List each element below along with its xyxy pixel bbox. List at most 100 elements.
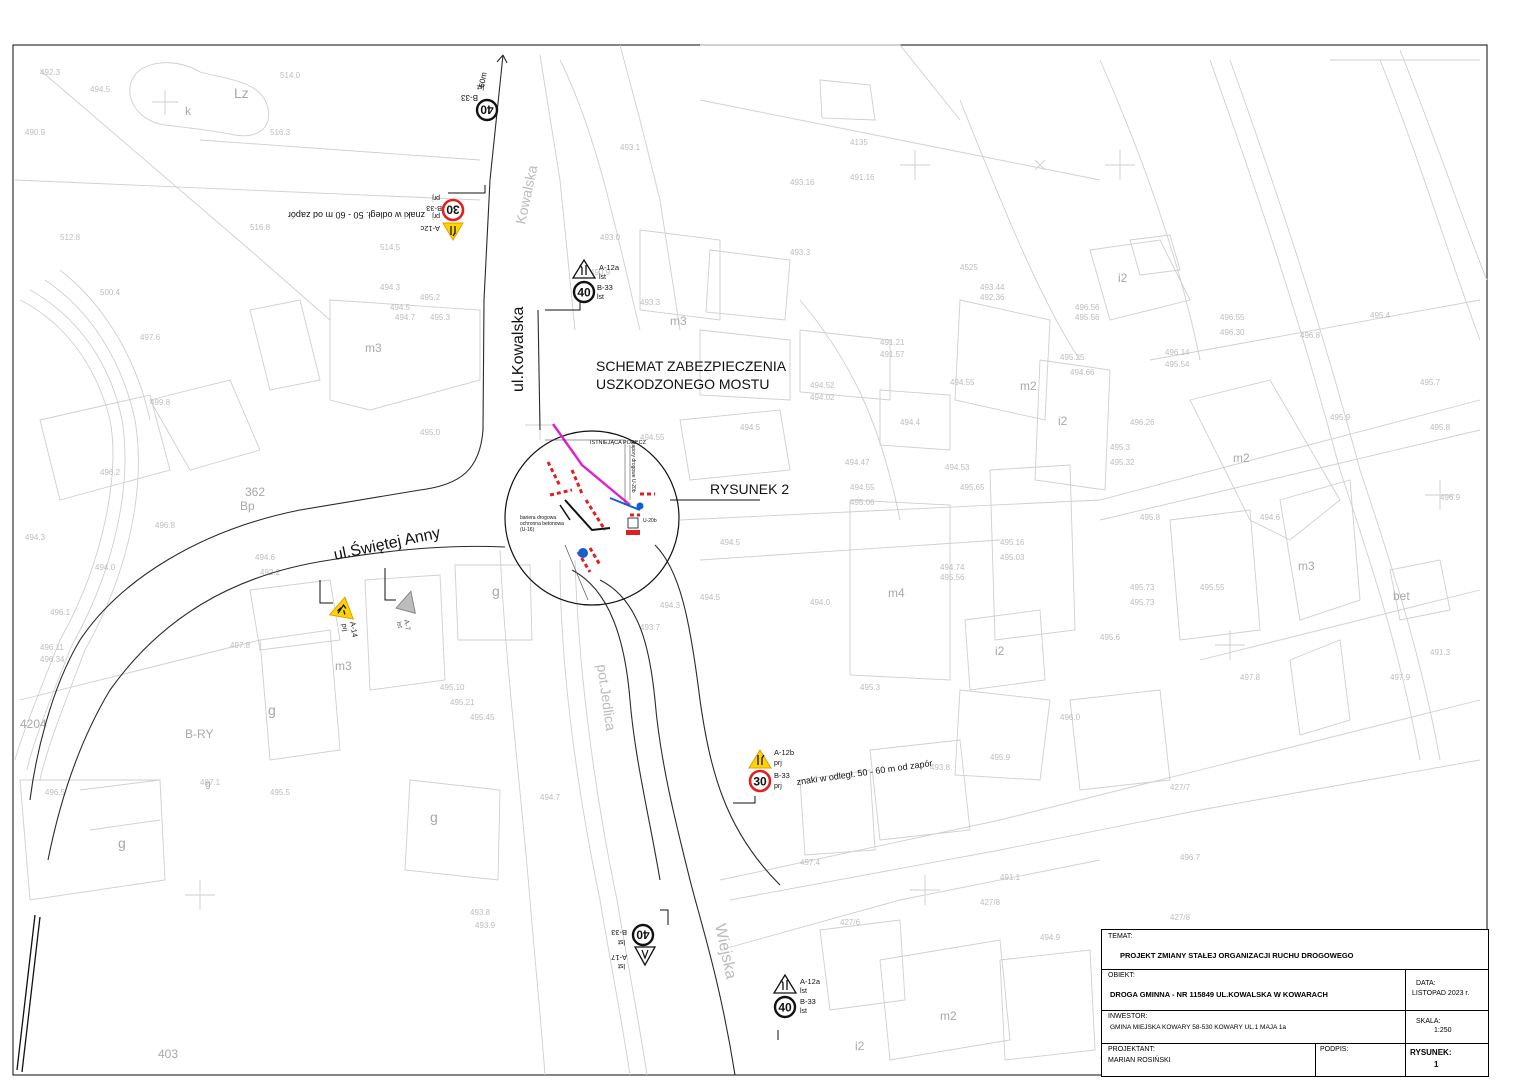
svg-text:496.7: 496.7 (1180, 853, 1201, 862)
map-label: m2 (1233, 451, 1250, 465)
map-label: g (430, 809, 438, 825)
projektant-label: PROJEKTANT: (1108, 1046, 1155, 1053)
svg-text:495.16: 495.16 (1000, 538, 1025, 547)
svg-text:499.8: 499.8 (150, 398, 171, 407)
svg-text:494.52: 494.52 (810, 381, 835, 390)
detail-reference: RYSUNEK 2 (710, 481, 789, 497)
svg-text:493.8: 493.8 (930, 763, 951, 772)
map-label: Bp (240, 499, 255, 513)
svg-text:40: 40 (577, 286, 591, 300)
svg-text:lst: lst (800, 1008, 807, 1015)
svg-text:prj: prj (774, 760, 782, 767)
svg-text:514.0: 514.0 (280, 71, 301, 80)
svg-text:lst: lst (618, 938, 625, 945)
svg-text:prj: prj (432, 212, 440, 219)
svg-text:496.8: 496.8 (1300, 331, 1321, 340)
svg-text:lst: lst (597, 294, 604, 301)
svg-text:495.3: 495.3 (430, 313, 451, 322)
temat-value: PROJEKT ZMIANY STAŁEJ ORGANIZACJI RUCHU … (1120, 951, 1354, 960)
rysunek-value: 1 (1434, 1060, 1439, 1069)
inwestor-value: GMINA MIEJSKA KOWARY 58-530 KOWARY UL.1 … (1110, 1024, 1287, 1031)
drawing-sheet: 492.3 494.5 514.0 490.9 512.8 500.4 516.3 516… (0, 0, 1529, 1080)
svg-text:494.7: 494.7 (395, 313, 416, 322)
road-narrows-icon (748, 749, 772, 769)
svg-text:495.32: 495.32 (1110, 458, 1135, 467)
svg-text:494.5: 494.5 (720, 538, 741, 547)
info-sign-icon (578, 548, 588, 558)
svg-text:495.9: 495.9 (990, 753, 1011, 762)
speed-value: 40 (480, 103, 494, 117)
svg-text:493.3: 493.3 (790, 248, 811, 257)
svg-text:491.57: 491.57 (880, 350, 905, 359)
sign-bottom-center-warning (633, 946, 657, 967)
svg-text:496.14: 496.14 (1165, 348, 1190, 357)
svg-text:493.3: 493.3 (640, 298, 661, 307)
svg-text:495.54: 495.54 (1165, 360, 1190, 369)
map-label: g (268, 702, 276, 718)
svg-text:494.55: 494.55 (950, 378, 975, 387)
sheet-border (12, 44, 1488, 1076)
svg-text:495.45: 495.45 (470, 713, 495, 722)
sign-lower-right-note: znaki w odległ. 50 - 60 m od zapór (796, 758, 933, 787)
svg-text:493.0: 493.0 (600, 233, 621, 242)
svg-text:512.8: 512.8 (60, 233, 81, 242)
map-label: g (118, 835, 126, 851)
road-narrows-icon (442, 222, 464, 241)
svg-text:495.2: 495.2 (420, 293, 441, 302)
svg-text:496.30: 496.30 (1220, 328, 1245, 337)
svg-text:496.11: 496.11 (40, 643, 64, 652)
temat-label: TEMAT: (1108, 933, 1133, 940)
sign-leaders (319, 185, 779, 1040)
svg-text:494.5: 494.5 (90, 85, 111, 94)
svg-text:496.1: 496.1 (50, 608, 71, 617)
svg-text:lst: lst (618, 962, 625, 969)
road-narrows-icon (772, 973, 798, 994)
svg-text:A-17: A-17 (611, 953, 627, 962)
svg-text:lst: lst (599, 274, 606, 281)
sign-lower-right: 30 (748, 769, 772, 793)
site-plan-map: 492.3 494.5 514.0 490.9 512.8 500.4 516.3 516… (12, 44, 1488, 1076)
map-label: bet (1393, 589, 1410, 603)
street-label-kowalska-faint: Kowalska (512, 163, 540, 225)
svg-text:496.2: 496.2 (100, 468, 121, 477)
svg-text:prj: prj (774, 783, 782, 790)
inset-railing-label: ISTNIEJĄCA PORĘCZ (590, 440, 647, 446)
svg-text:495.4: 495.4 (1370, 311, 1391, 320)
svg-text:495.56: 495.56 (940, 573, 965, 582)
svg-text:495.73: 495.73 (1130, 598, 1155, 607)
svg-text:497.8: 497.8 (1240, 673, 1261, 682)
svg-text:495.6: 495.6 (1100, 633, 1121, 642)
roadworks-icon (328, 596, 355, 620)
svg-text:494.0: 494.0 (810, 598, 831, 607)
svg-text:495.3: 495.3 (860, 683, 881, 692)
svg-text:496.0: 496.0 (1060, 713, 1081, 722)
sign-upper-left: 30 (441, 198, 465, 222)
sign-top: 40 (475, 98, 499, 122)
svg-text:495.5: 495.5 (270, 788, 291, 797)
svg-text:491.21: 491.21 (880, 338, 905, 347)
map-label: B-RY (185, 727, 213, 741)
sign-upper-left-note: znaki w odległ. 50 - 60 m od zapór (288, 210, 425, 220)
map-label: g (492, 583, 500, 599)
svg-text:B-33: B-33 (611, 928, 627, 937)
data-label: DATA: (1416, 980, 1436, 987)
svg-text:B-33: B-33 (774, 771, 790, 780)
title-block-divider (1102, 1010, 1488, 1011)
inset-u20b: U-20b (643, 518, 657, 524)
svg-text:495.10: 495.10 (440, 683, 465, 692)
map-label: i2 (1058, 414, 1068, 428)
sign-bottom-right: 40 (773, 995, 797, 1019)
podpis-label: PODPIS: (1320, 1046, 1349, 1053)
svg-text:493.1: 493.1 (620, 143, 641, 152)
svg-text:494.74: 494.74 (940, 563, 965, 572)
sign-upper-center: 40 (572, 280, 596, 304)
title-block-vdivider (1405, 969, 1406, 1076)
title-block-vdivider (1315, 1043, 1316, 1076)
svg-text:514.5: 514.5 (380, 243, 401, 252)
svg-text:496.8: 496.8 (155, 521, 176, 530)
svg-text:B-33: B-33 (426, 204, 442, 213)
svg-text:495.7: 495.7 (1420, 378, 1441, 387)
svg-text:491.16: 491.16 (850, 173, 875, 182)
svg-text:496.56: 496.56 (1075, 303, 1100, 312)
svg-text:A-12b: A-12b (774, 748, 794, 757)
